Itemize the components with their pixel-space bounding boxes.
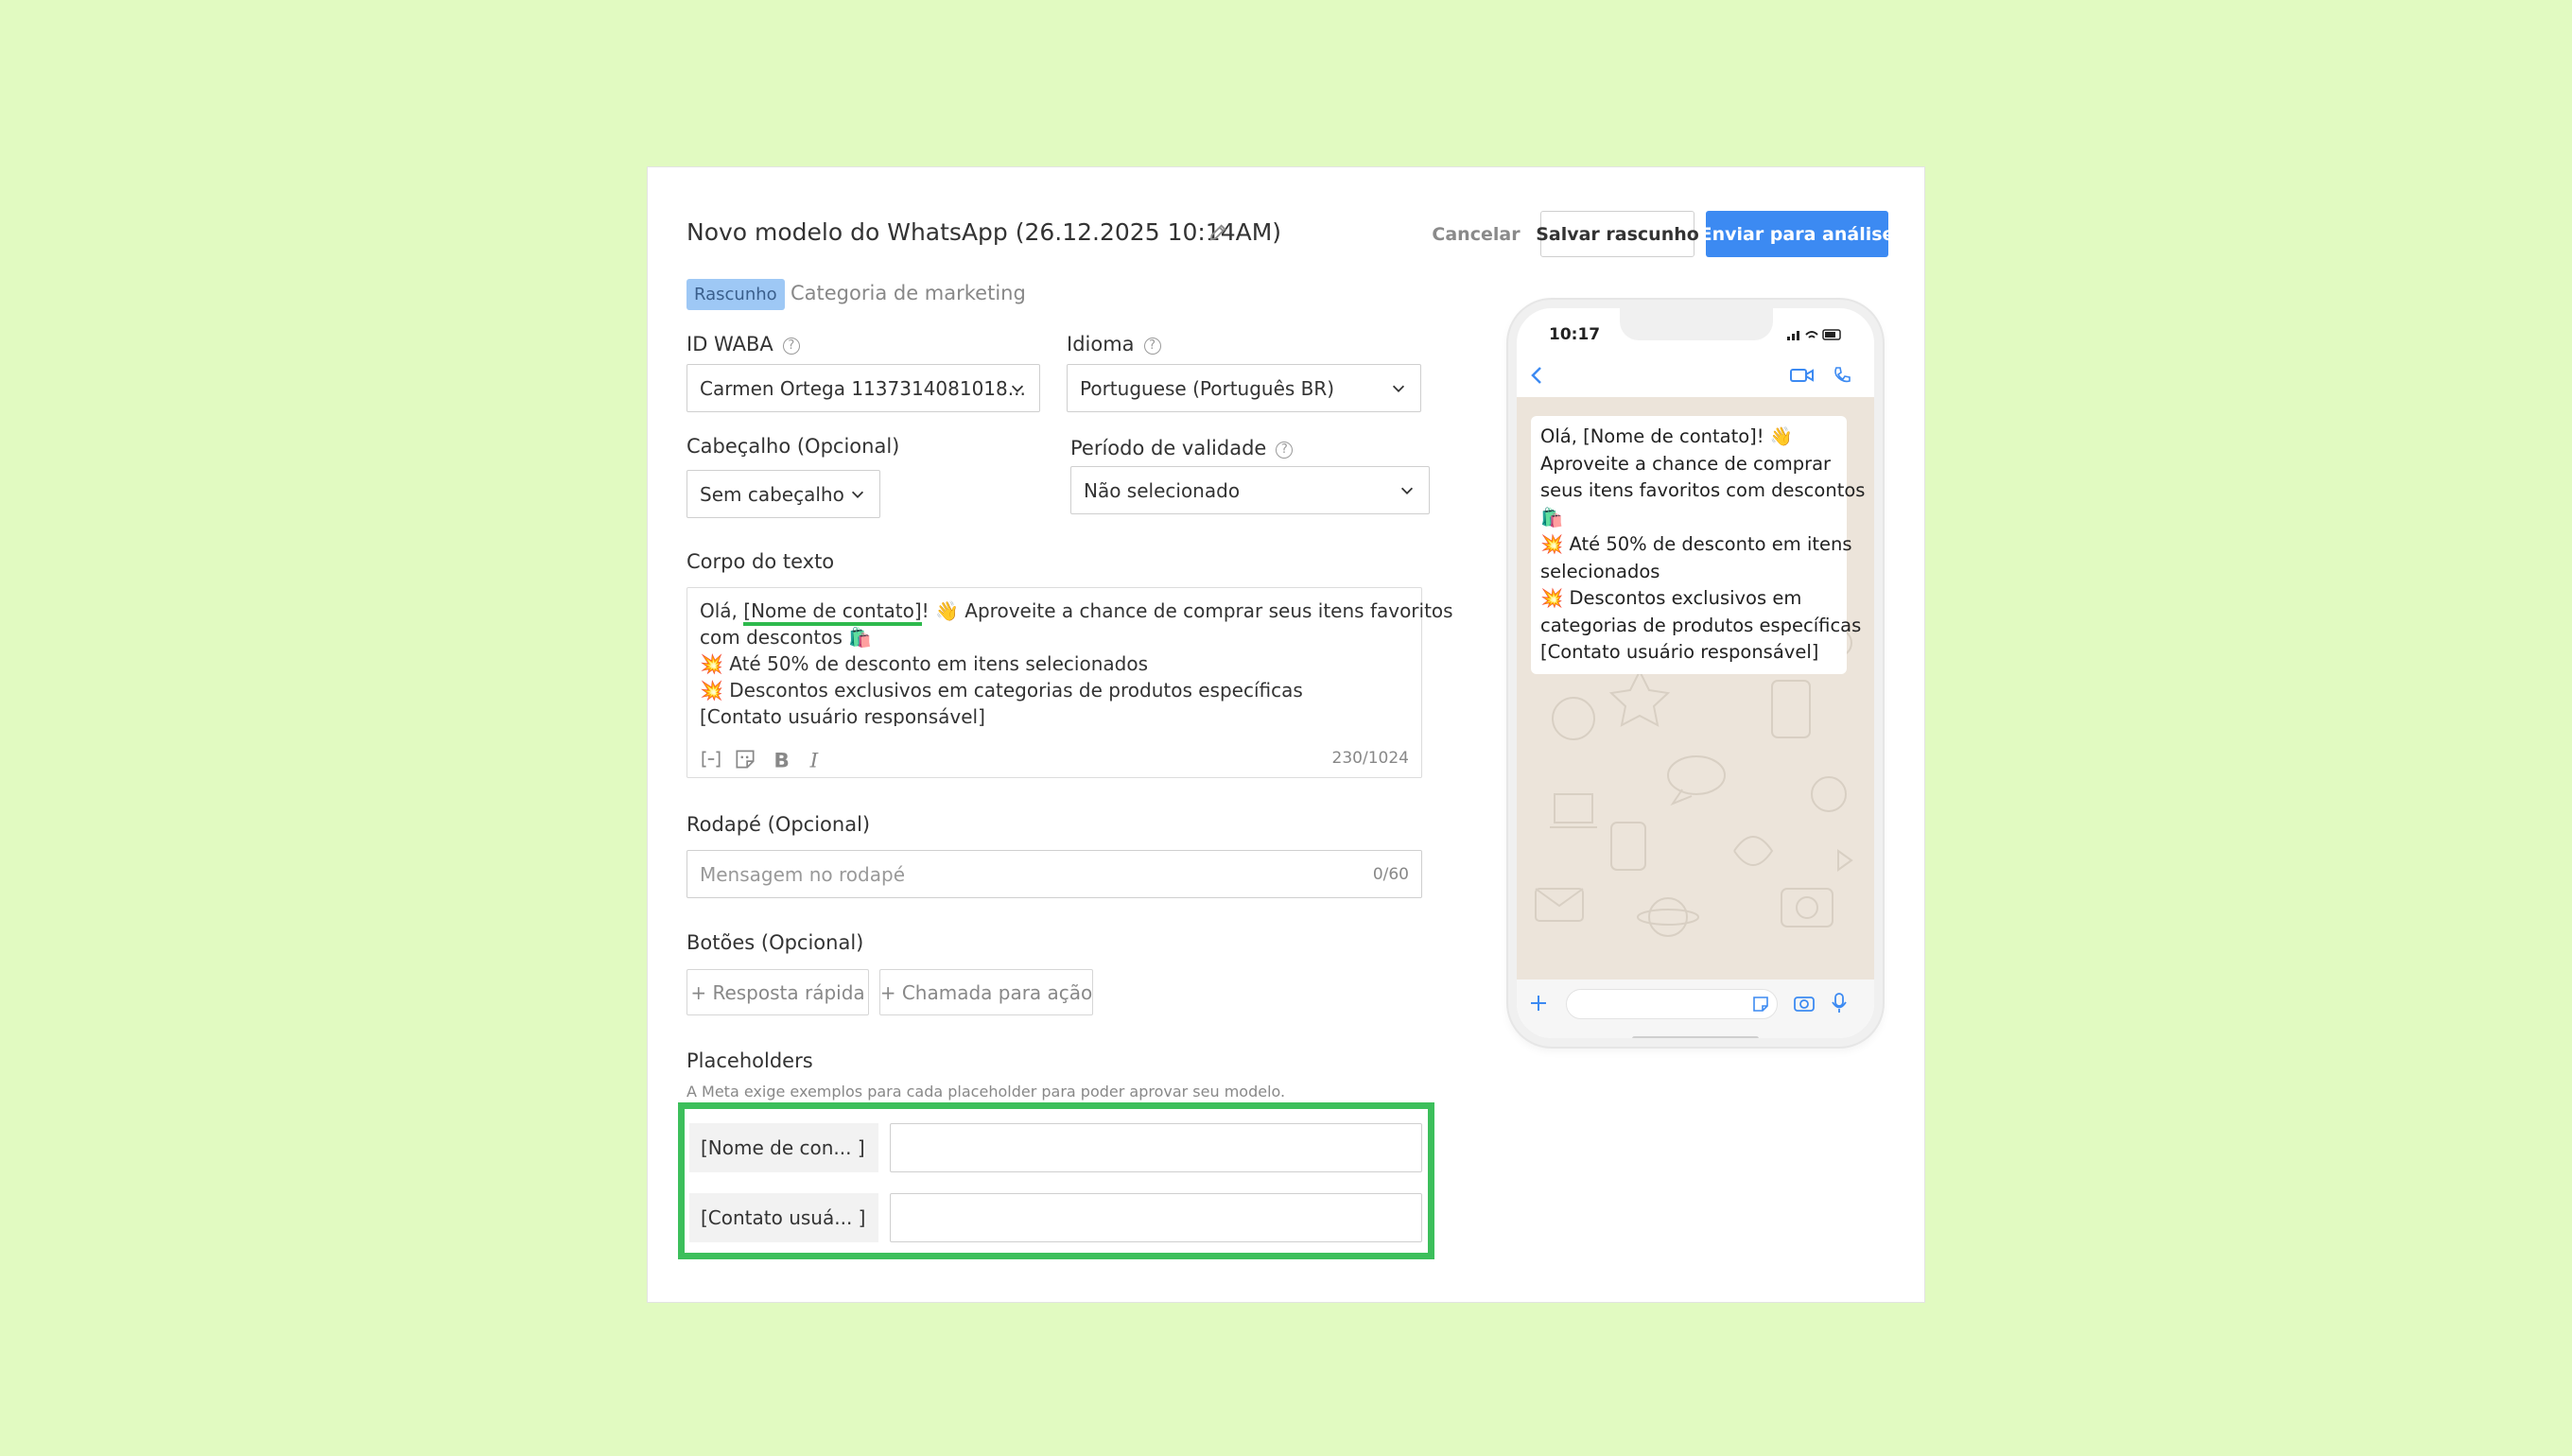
chat-header — [1517, 354, 1874, 397]
preview-line: categorias de produtos específicas — [1540, 614, 1862, 636]
preview-line: 🛍️ — [1540, 506, 1564, 529]
submit-for-review-button[interactable]: Enviar para análise — [1700, 211, 1894, 257]
cancel-button[interactable]: Cancelar — [1432, 211, 1520, 257]
help-icon[interactable]: ? — [1143, 338, 1161, 355]
body-line-1: Olá, [Nome de contato]! 👋 Aproveite a ch… — [700, 599, 1453, 626]
whatsapp-preview-phone: 10:17 Olá, [Nome de contato]! 👋 Aproveit… — [1508, 300, 1883, 1047]
waba-select-value: Carmen Ortega 1137314081018... — [700, 376, 1026, 400]
body-line-3: 💥 Até 50% de desconto em itens seleciona… — [700, 652, 1148, 675]
waba-label: ID WABA? — [686, 333, 800, 355]
mic-icon[interactable] — [1831, 992, 1848, 1014]
phone-notch — [1620, 308, 1773, 340]
header-select[interactable]: Sem cabeçalho — [686, 470, 880, 518]
preview-line: Olá, [Nome de contato]! 👋 — [1540, 425, 1794, 447]
preview-line: selecionados — [1540, 560, 1660, 582]
chevron-down-icon — [1400, 487, 1414, 494]
chat-area: Olá, [Nome de contato]! 👋 Aproveite a ch… — [1517, 397, 1874, 979]
plus-icon[interactable] — [1528, 993, 1549, 1014]
validity-select[interactable]: Não selecionado — [1070, 466, 1430, 514]
preview-line: 💥 Até 50% de desconto em itens — [1540, 533, 1852, 555]
message-bubble: Olá, [Nome de contato]! 👋 Aproveite a ch… — [1531, 416, 1866, 674]
preview-line: 💥 Descontos exclusivos em — [1540, 587, 1802, 609]
body-textarea[interactable]: Olá, [Nome de contato]! 👋 Aproveite a ch… — [686, 587, 1453, 778]
waba-label-text: ID WABA — [686, 333, 773, 355]
responsible-user-variable[interactable]: [Contato usuário responsável] — [700, 705, 985, 726]
body-line-2: com descontos 🛍️ — [700, 626, 873, 649]
waba-select[interactable]: Carmen Ortega 1137314081018... — [686, 364, 1040, 412]
back-icon[interactable] — [1528, 365, 1547, 386]
sticker-icon[interactable] — [1751, 995, 1770, 1014]
call-to-action-button[interactable]: + Chamada para ação — [879, 969, 1093, 1015]
body-text: ! 👋 Aproveite a chance de comprar seus i… — [921, 599, 1453, 622]
status-bar-time: 10:17 — [1549, 325, 1601, 344]
video-icon[interactable] — [1789, 367, 1816, 384]
camera-icon[interactable] — [1793, 993, 1816, 1014]
template-editor-card: Novo modelo do WhatsApp (26.12.2025 10:1… — [647, 166, 1925, 1303]
chevron-down-icon — [851, 491, 864, 498]
variable-icon[interactable] — [699, 747, 723, 771]
header-select-value: Sem cabeçalho — [700, 482, 844, 506]
chevron-down-icon — [1011, 385, 1024, 392]
body-line-5: [Contato usuário responsável] — [700, 705, 985, 726]
preview-line: Aproveite a chance de comprar — [1540, 452, 1832, 475]
language-label: Idioma? — [1067, 333, 1161, 355]
header-label: Cabeçalho (Opcional) — [686, 435, 900, 458]
language-select[interactable]: Portuguese (Português BR) — [1067, 364, 1421, 412]
svg-text:I: I — [809, 750, 819, 771]
pencil-icon[interactable] — [1208, 222, 1228, 243]
contact-name-variable[interactable]: [Nome de contato] — [743, 599, 922, 626]
chat-input-bar — [1517, 979, 1874, 1038]
home-indicator — [1632, 1036, 1759, 1038]
placeholder-example-input-2[interactable] — [890, 1193, 1422, 1242]
chevron-down-icon — [1392, 385, 1405, 392]
italic-icon[interactable]: I — [803, 747, 827, 771]
language-label-text: Idioma — [1067, 333, 1135, 355]
message-input[interactable] — [1566, 989, 1778, 1019]
status-badge: Rascunho — [686, 279, 785, 310]
placeholder-name-1: [Nome de con... ] — [689, 1123, 878, 1172]
page-title: Novo modelo do WhatsApp (26.12.2025 10:1… — [686, 218, 1282, 246]
footer-char-counter: 0/60 — [1372, 865, 1409, 884]
placeholder-name-2: [Contato usuá... ] — [689, 1193, 878, 1242]
placeholders-hint: A Meta exige exemplos para cada placehol… — [686, 1083, 1286, 1101]
status-icons — [1787, 329, 1841, 340]
footer-label: Rodapé (Opcional) — [686, 813, 871, 836]
buttons-label: Botões (Opcional) — [686, 931, 864, 954]
svg-text:B: B — [773, 750, 790, 771]
category-label: Categoria de marketing — [791, 282, 1026, 304]
quick-reply-button[interactable]: + Resposta rápida — [686, 969, 869, 1015]
validity-label: Período de validade? — [1070, 437, 1294, 459]
placeholder-example-input-1[interactable] — [890, 1123, 1422, 1172]
help-icon[interactable]: ? — [782, 338, 800, 355]
phone-icon[interactable] — [1833, 366, 1851, 385]
bold-icon[interactable]: B — [769, 747, 793, 771]
placeholders-label: Placeholders — [686, 1049, 813, 1072]
body-label: Corpo do texto — [686, 550, 835, 573]
validity-select-value: Não selecionado — [1084, 478, 1241, 502]
save-draft-button[interactable]: Salvar rascunho — [1536, 211, 1699, 257]
preview-line: seus itens favoritos com descontos — [1540, 479, 1866, 501]
sticker-icon[interactable] — [733, 747, 757, 771]
footer-placeholder: Mensagem no rodapé — [700, 863, 905, 886]
body-text: Olá, — [700, 599, 744, 622]
help-icon[interactable]: ? — [1276, 442, 1294, 459]
body-char-counter: 230/1024 — [1331, 749, 1409, 768]
body-line-4: 💥 Descontos exclusivos em categorias de … — [700, 679, 1303, 702]
preview-line: [Contato usuário responsável] — [1540, 641, 1819, 663]
language-select-value: Portuguese (Português BR) — [1080, 376, 1335, 400]
validity-label-text: Período de validade — [1070, 437, 1267, 459]
footer-input[interactable]: Mensagem no rodapé 0/60 — [686, 850, 1422, 898]
